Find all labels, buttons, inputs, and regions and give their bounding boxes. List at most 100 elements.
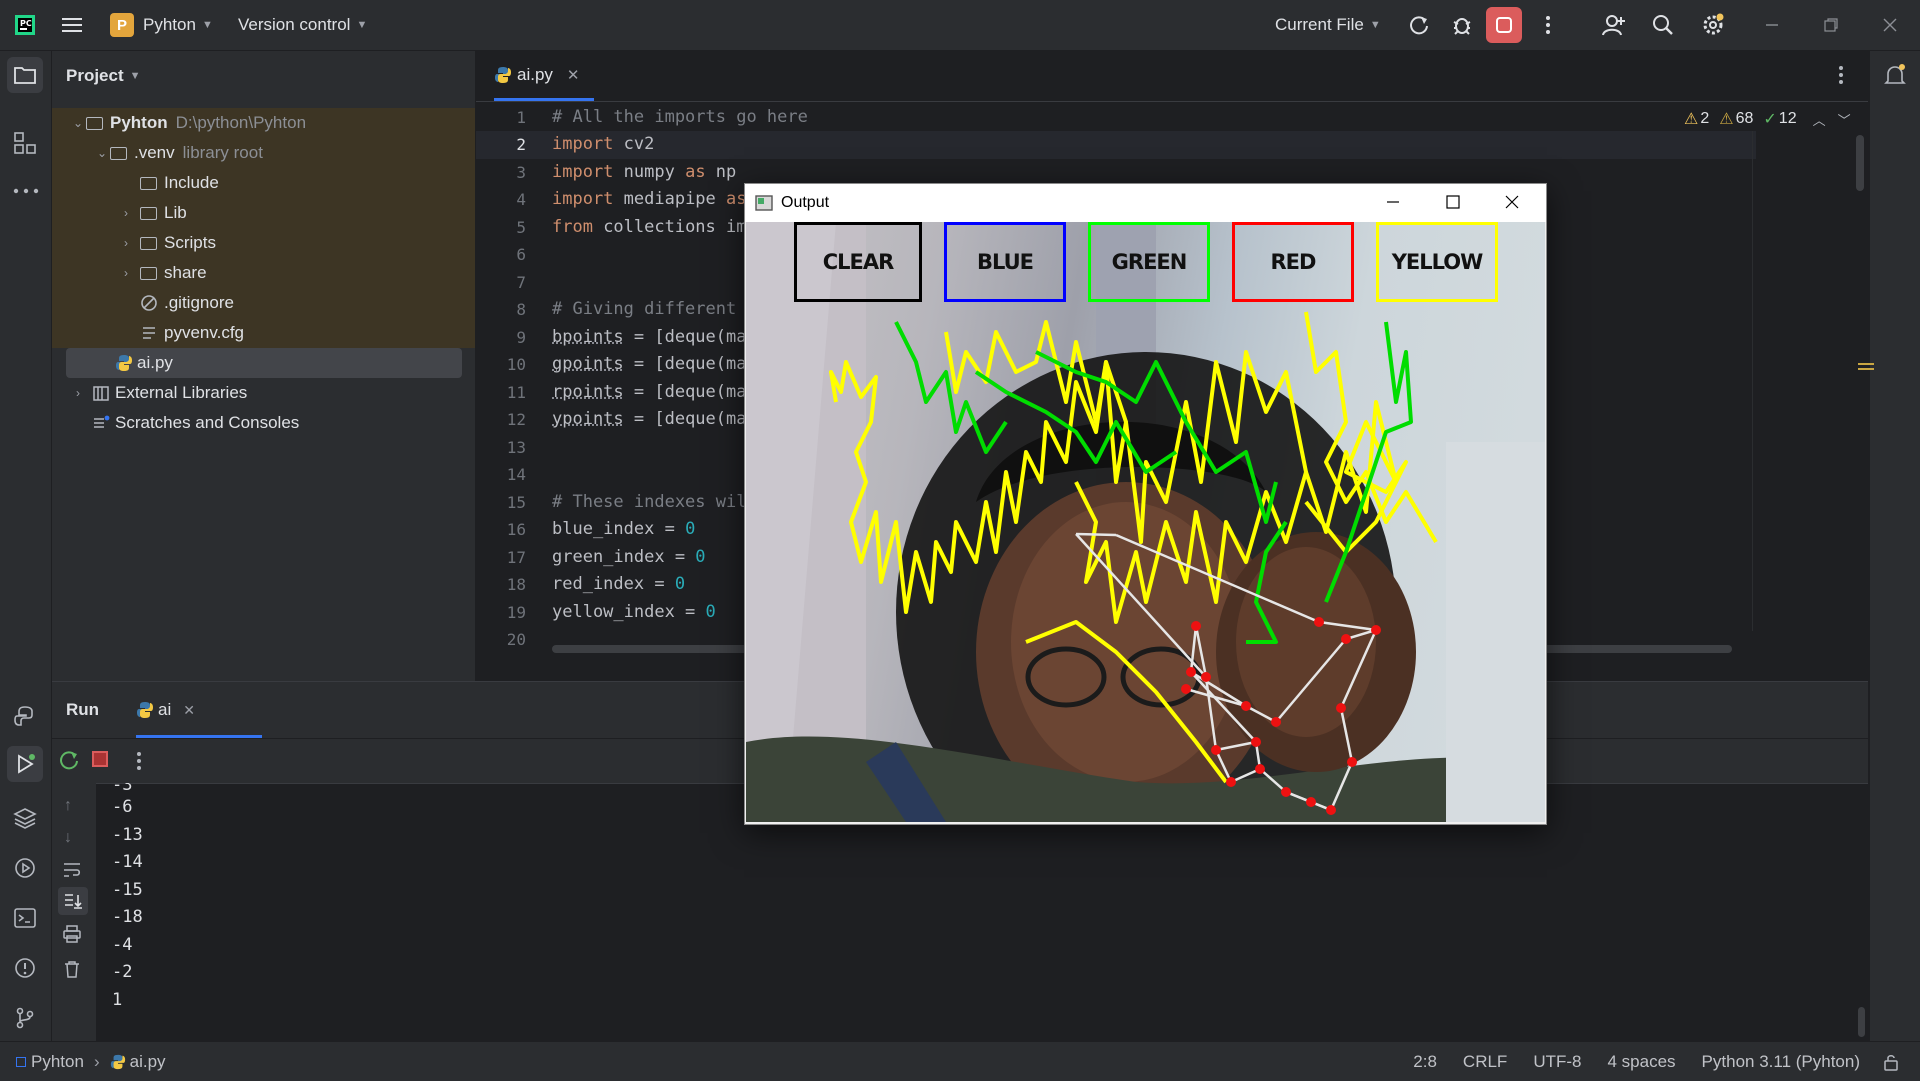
chevron-right-icon[interactable]: › — [118, 266, 134, 280]
chevron-down-icon[interactable]: ⌄ — [70, 116, 86, 130]
pycharm-logo-icon[interactable]: PC — [14, 0, 36, 50]
code-line[interactable]: import mediapipe as — [552, 189, 747, 209]
vertical-scrollbar[interactable] — [1856, 135, 1864, 191]
tree-item-scratches[interactable]: Scratches and Consoles — [52, 408, 475, 438]
clear-button[interactable]: CLEAR — [794, 222, 922, 302]
camera-feed[interactable]: CLEAR BLUE GREEN RED YELLOW — [746, 222, 1545, 822]
warning-stripe-marker[interactable] — [1858, 363, 1874, 365]
more-actions-icon[interactable] — [1530, 7, 1566, 43]
code-line[interactable]: # Giving different — [552, 299, 746, 319]
close-window-icon[interactable] — [1872, 7, 1908, 43]
debug-icon[interactable] — [1444, 7, 1480, 43]
code-line[interactable]: rpoints = [deque(ma — [552, 382, 746, 402]
tree-item-share[interactable]: › share — [52, 258, 475, 288]
blue-button[interactable]: BLUE — [944, 222, 1066, 302]
code-line[interactable]: yellow_index = 0 — [552, 602, 716, 622]
tree-item-external-libraries[interactable]: › External Libraries — [52, 378, 475, 408]
editor-tab-ai-py[interactable]: ai.py ✕ — [494, 51, 580, 99]
run-tab-ai[interactable]: ai ✕ — [136, 682, 195, 738]
editor-more-icon[interactable] — [1838, 65, 1844, 90]
caret-position[interactable]: 2:8 — [1413, 1052, 1437, 1072]
warning-stripe-marker[interactable] — [1858, 368, 1874, 370]
tree-item-project-root[interactable]: ⌄ Pyhton D:\python\Pyhton — [52, 108, 475, 138]
git-tool-icon[interactable] — [13, 1006, 37, 1035]
hand-landmark-point — [1281, 787, 1291, 797]
stop-button[interactable] — [1486, 7, 1522, 43]
rerun-icon[interactable] — [1401, 7, 1437, 43]
add-user-icon[interactable] — [1596, 7, 1632, 43]
code-line[interactable]: # All the imports go here — [552, 107, 808, 127]
structure-tool-icon[interactable] — [13, 131, 37, 160]
close-tab-icon[interactable]: ✕ — [567, 66, 580, 84]
chevron-up-icon[interactable]: ︿ — [1813, 110, 1826, 129]
minimize-window-icon[interactable] — [1385, 194, 1401, 215]
tree-item-scripts[interactable]: › Scripts — [52, 228, 475, 258]
inspections-widget[interactable]: ⚠ 2 ⚠ 68 ✓ 12 ︿ ﹀ — [1684, 109, 1851, 129]
python-interpreter[interactable]: Python 3.11 (Pyhton) — [1702, 1052, 1860, 1072]
tree-item-ai-py[interactable]: ai.py — [66, 348, 462, 378]
run-tool-icon[interactable] — [7, 746, 43, 782]
code-line[interactable]: import numpy as np — [552, 162, 736, 182]
tree-item-include[interactable]: Include — [52, 168, 475, 198]
services-tool-icon[interactable] — [13, 856, 37, 885]
notifications-bell-icon[interactable] — [1883, 63, 1907, 92]
tree-item-pyvenv-cfg[interactable]: pyvenv.cfg — [52, 318, 475, 348]
green-button[interactable]: GREEN — [1088, 222, 1210, 302]
problems-tool-icon[interactable] — [13, 956, 37, 985]
indent-setting[interactable]: 4 spaces — [1608, 1052, 1676, 1072]
code-line[interactable]: gpoints = [deque(ma — [552, 354, 746, 374]
chevron-down-icon[interactable]: ⌄ — [94, 146, 110, 160]
search-icon[interactable] — [1645, 7, 1681, 43]
close-tab-icon[interactable]: ✕ — [183, 702, 195, 719]
chevron-right-icon[interactable]: › — [118, 206, 134, 220]
code-line[interactable]: bpoints = [deque(ma — [552, 327, 746, 347]
main-menu-icon[interactable] — [62, 0, 84, 50]
run-config-selector[interactable]: Current File ▼ — [1275, 0, 1381, 50]
code-line[interactable]: ypoints = [deque(ma — [552, 409, 746, 429]
tree-item-lib[interactable]: › Lib — [52, 198, 475, 228]
trash-icon[interactable] — [62, 959, 82, 984]
scroll-down-icon[interactable]: ↓ — [64, 829, 72, 847]
scroll-up-icon[interactable]: ↑ — [64, 797, 72, 815]
rerun-icon[interactable] — [58, 749, 80, 776]
line-separator[interactable]: CRLF — [1463, 1052, 1507, 1072]
yellow-button[interactable]: YELLOW — [1376, 222, 1498, 302]
more-tools-icon[interactable] — [13, 181, 39, 201]
stop-icon[interactable] — [92, 751, 108, 767]
project-switcher[interactable]: P Pyhton ▼ — [110, 0, 213, 50]
code-line[interactable]: import cv2 — [552, 134, 654, 154]
restore-window-icon[interactable] — [1813, 7, 1849, 43]
console-scrollbar[interactable] — [1858, 1007, 1865, 1037]
scroll-to-end-icon[interactable] — [58, 887, 88, 915]
file-encoding[interactable]: UTF-8 — [1533, 1052, 1581, 1072]
red-button[interactable]: RED — [1232, 222, 1354, 302]
minimize-window-icon[interactable] — [1754, 7, 1790, 43]
chevron-down-icon[interactable]: ﹀ — [1838, 110, 1851, 129]
breadcrumb-project[interactable]: Pyhton — [31, 1052, 84, 1072]
code-line[interactable]: blue_index = 0 — [552, 519, 695, 539]
output-window[interactable]: Output CLEAR BLUE GREEN RED YELLOW — [744, 183, 1547, 825]
python-console-icon[interactable] — [13, 705, 37, 734]
code-line[interactable]: red_index = 0 — [552, 574, 685, 594]
maximize-window-icon[interactable] — [1445, 194, 1461, 215]
breadcrumb-file[interactable]: ai.py — [130, 1052, 166, 1072]
chevron-right-icon[interactable]: › — [118, 236, 134, 250]
terminal-tool-icon[interactable] — [13, 906, 37, 935]
print-icon[interactable] — [62, 925, 82, 948]
output-window-titlebar[interactable]: Output — [745, 184, 1546, 222]
lock-icon[interactable] — [1882, 1053, 1900, 1071]
tree-item-gitignore[interactable]: .gitignore — [52, 288, 475, 318]
settings-gear-icon[interactable] — [1695, 7, 1731, 43]
tree-item-venv[interactable]: ⌄ .venv library root — [52, 138, 475, 168]
version-control-menu[interactable]: Version control ▼ — [238, 0, 367, 50]
project-tool-icon[interactable] — [7, 57, 43, 93]
code-line[interactable]: from collections im — [552, 217, 746, 237]
more-actions-icon[interactable] — [136, 751, 142, 776]
chevron-right-icon[interactable]: › — [70, 386, 86, 400]
code-line[interactable]: # These indexes wil — [552, 492, 746, 512]
project-panel-header[interactable]: Project ▼ — [66, 51, 141, 101]
soft-wrap-icon[interactable] — [62, 861, 82, 884]
layers-tool-icon[interactable] — [13, 806, 37, 835]
close-window-icon[interactable] — [1504, 194, 1520, 215]
code-line[interactable]: green_index = 0 — [552, 547, 706, 567]
